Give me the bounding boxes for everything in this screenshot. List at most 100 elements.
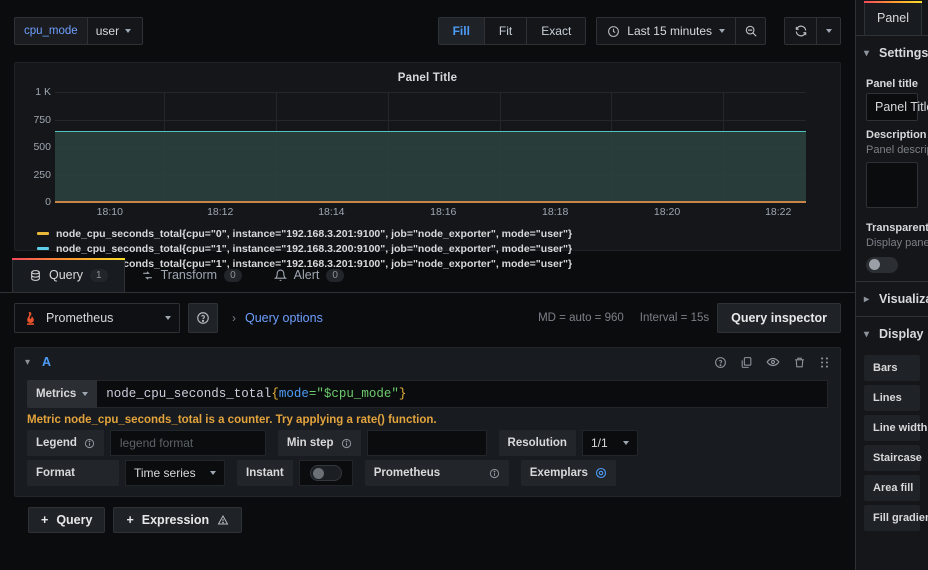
description-textarea[interactable]: [866, 162, 918, 208]
legend-color-swatch[interactable]: [37, 232, 49, 235]
chevron-down-icon: [165, 316, 171, 320]
trash-icon[interactable]: [793, 356, 806, 369]
x-tick: 18:10: [96, 206, 123, 218]
datasource-help-button[interactable]: [188, 303, 218, 333]
min-step-label-text: Min step: [286, 437, 334, 449]
metrics-browser-button[interactable]: Metrics: [27, 380, 98, 408]
fit-option-fill[interactable]: Fill: [438, 18, 485, 44]
chevron-down-icon[interactable]: ▾: [25, 357, 30, 368]
refresh-icon[interactable]: [785, 18, 816, 44]
info-icon[interactable]: [489, 468, 500, 479]
display-option-staircase[interactable]: Staircase: [864, 445, 922, 471]
instant-toggle[interactable]: [309, 465, 342, 481]
chevron-down-icon: [622, 441, 629, 445]
exemplars-icon[interactable]: [595, 467, 607, 479]
display-option-line-width[interactable]: Line width: [864, 415, 927, 441]
add-expression-label: Expression: [141, 513, 210, 527]
section-visualization[interactable]: ▸ Visualization: [856, 282, 928, 316]
zoom-out-icon[interactable]: [735, 18, 765, 44]
x-tick: 18:16: [430, 206, 457, 218]
panel-title-value: Panel Title: [875, 100, 928, 114]
query-options-row-1: Legend legend format Min step Resolution…: [15, 428, 840, 456]
instant-toggle-cell[interactable]: [298, 460, 353, 486]
tab-alert[interactable]: Alert 0: [258, 258, 360, 292]
legend-item[interactable]: node_cpu_seconds_total{cpu="0", instance…: [37, 226, 840, 241]
query-options-row-2: Format Time series Instant Prometheus Ex…: [15, 456, 840, 496]
legend-item[interactable]: node_cpu_seconds_total{cpu="1", instance…: [37, 241, 840, 256]
add-expression-button[interactable]: + Expression: [113, 507, 243, 533]
datasource-picker[interactable]: Prometheus: [14, 303, 180, 333]
y-tick: 250: [33, 168, 51, 181]
legend-format-input[interactable]: legend format: [109, 430, 266, 456]
display-option-lines[interactable]: Lines: [864, 385, 920, 411]
warning-triangle-icon: [217, 514, 229, 526]
section-settings[interactable]: ▾ Settings: [856, 36, 928, 70]
datasource-name: Prometheus: [46, 311, 114, 325]
tab-panel-options[interactable]: Panel: [864, 1, 922, 35]
metrics-label: Metrics: [36, 388, 77, 400]
template-variable-cpu-mode[interactable]: cpu_mode user: [14, 17, 143, 45]
tab-query[interactable]: Query 1: [12, 258, 125, 292]
expr-label: mode: [278, 387, 309, 401]
options-pane: Panel ▾ Settings Panel title Panel Title…: [855, 0, 928, 570]
resolution-select[interactable]: 1/1: [581, 430, 638, 456]
min-step-input[interactable]: [366, 430, 487, 456]
transparent-toggle[interactable]: [866, 257, 898, 273]
chevron-down-icon: [825, 29, 832, 33]
refresh-picker[interactable]: [784, 17, 841, 45]
expr-close-brace: }: [398, 387, 407, 401]
section-settings-label: Settings: [879, 46, 928, 60]
panel-editor: cpu_mode user Fill Fit Exact Last 15 min…: [0, 0, 928, 570]
min-step-field-label: Min step: [277, 430, 361, 456]
info-icon[interactable]: [84, 438, 95, 449]
duplicate-icon[interactable]: [740, 356, 753, 369]
format-select[interactable]: Time series: [125, 460, 225, 486]
add-query-button[interactable]: + Query: [28, 507, 106, 533]
eye-icon[interactable]: [766, 355, 780, 369]
legend-field-label: Legend: [27, 430, 104, 456]
panel-fit-toggle[interactable]: Fill Fit Exact: [437, 17, 587, 45]
transform-icon: [141, 269, 154, 282]
query-expression-input[interactable]: node_cpu_seconds_total{mode ="$cpu_mode"}: [97, 380, 828, 408]
prometheus-label-text: Prometheus: [373, 467, 441, 479]
panel-title-input[interactable]: Panel Title: [866, 93, 928, 121]
chevron-down-icon: ▾: [864, 47, 870, 59]
time-range-button[interactable]: Last 15 minutes: [597, 18, 735, 44]
legend-label: node_cpu_seconds_total{cpu="1", instance…: [56, 242, 573, 255]
refresh-interval-dropdown[interactable]: [816, 18, 840, 44]
help-circle-icon[interactable]: [714, 356, 727, 369]
query-inspector-button[interactable]: Query inspector: [717, 303, 841, 333]
panel-title: Panel Title: [397, 72, 458, 84]
instant-field-label: Instant: [237, 460, 293, 486]
fit-option-exact[interactable]: Exact: [527, 18, 586, 44]
format-field-label: Format: [27, 460, 119, 486]
display-option-area-fill[interactable]: Area fill: [864, 475, 920, 501]
exemplars-toggle[interactable]: Exemplars: [520, 460, 616, 486]
y-tick: 0: [45, 196, 51, 208]
panel-preview[interactable]: Panel Title 1 K 750 500 250 0 18:10 18:1…: [14, 62, 841, 270]
drag-handle-icon[interactable]: [819, 356, 830, 369]
display-option-fill-gradient[interactable]: Fill gradient: [864, 505, 928, 531]
fit-option-fit[interactable]: Fit: [484, 18, 528, 44]
x-tick: 18:18: [542, 206, 569, 218]
legend-color-swatch[interactable]: [37, 247, 49, 250]
time-range-picker[interactable]: Last 15 minutes: [596, 17, 766, 45]
info-icon[interactable]: [341, 438, 352, 449]
query-options-toggle[interactable]: › Query options: [232, 311, 323, 325]
legend-format-placeholder: legend format: [119, 436, 194, 450]
chart-plot-area: 1 K 750 500 250 0: [33, 86, 806, 208]
query-warning-message: Metric node_cpu_seconds_total is a count…: [27, 414, 437, 426]
tab-count: 1: [90, 268, 108, 282]
variable-value: user: [95, 24, 120, 38]
tab-transform[interactable]: Transform 0: [125, 258, 258, 292]
query-refid[interactable]: A: [42, 355, 51, 369]
legend-label-text: Legend: [36, 437, 77, 449]
display-option-bars[interactable]: Bars: [864, 355, 920, 381]
bell-icon: [273, 269, 287, 282]
section-display[interactable]: ▾ Display: [856, 317, 928, 351]
time-range-text: Last 15 minutes: [627, 24, 712, 38]
variable-select[interactable]: user: [86, 17, 143, 45]
chevron-down-icon: [82, 392, 89, 396]
transparent-description: Display panel without: [866, 237, 928, 249]
tab-label: Transform: [160, 268, 218, 282]
